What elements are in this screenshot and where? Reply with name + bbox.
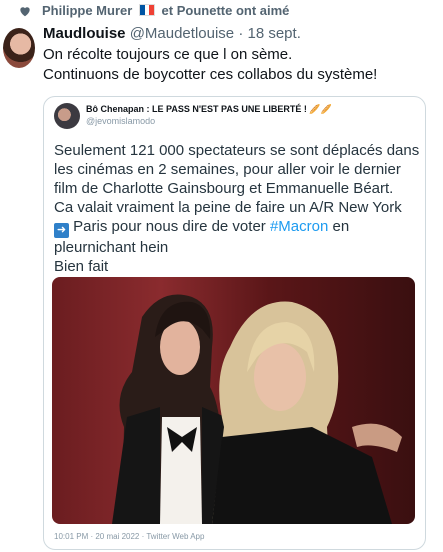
baguette-emoji-icon: 🥖🥖 (309, 104, 332, 114)
quoted-tweet-card[interactable]: Bô Chenapan : LE PASS N'EST PAS UNE LIBE… (43, 96, 426, 550)
quoted-text-line: Bien fait (54, 258, 109, 275)
tweet-date[interactable]: 18 sept. (247, 25, 300, 42)
social-context: Philippe Murer et Pounette ont aimé (18, 3, 289, 18)
quoted-avatar (54, 103, 80, 129)
tweet-header: Maudlouise @Maudetlouise · 18 sept. (43, 25, 301, 42)
quoted-header: Bô Chenapan : LE PASS N'EST PAS UNE LIBE… (54, 103, 332, 129)
french-flag-icon (138, 4, 155, 16)
quoted-text-line: ➜ Paris pour nous dire de voter #Macron … (54, 217, 419, 238)
hashtag-link[interactable]: #Macron (270, 218, 328, 235)
quoted-text-line: les cinémas en 2 semaines, pour aller vo… (54, 161, 401, 178)
author-handle[interactable]: @Maudetlouise (130, 25, 234, 42)
heart-icon (20, 6, 30, 16)
right-arrow-icon: ➜ (54, 223, 69, 238)
quoted-text-line: film de Charlotte Gainsbourg et Emmanuel… (54, 180, 394, 197)
author-name[interactable]: Maudlouise (43, 25, 126, 42)
quoted-text-line: Ca valait vraiment la peine de faire un … (54, 199, 402, 216)
quoted-text: Seulement 121 000 spectateurs se sont dé… (54, 141, 419, 276)
quoted-footer: 10:01 PM · 20 mai 2022 · Twitter Web App (54, 532, 205, 541)
quoted-text-line: pleurnichant hein (54, 239, 169, 256)
quoted-author-handle: @jevomislamodo (86, 116, 156, 126)
quoted-photo[interactable] (52, 277, 415, 524)
photo-illustration (112, 294, 402, 524)
tweet-text: On récolte toujours ce que l on sème. Co… (43, 45, 377, 85)
tweet-text-line: On récolte toujours ce que l on sème. (43, 46, 293, 63)
social-context-text[interactable]: Philippe Murer et Pounette ont aimé (42, 3, 289, 18)
quoted-author-name: Bô Chenapan : LE PASS N'EST PAS UNE LIBE… (86, 104, 332, 114)
avatar[interactable] (3, 28, 35, 68)
tweet-text-line: Continuons de boycotter ces collabos du … (43, 66, 378, 83)
separator: · (238, 25, 244, 42)
quoted-text-line: Seulement 121 000 spectateurs se sont dé… (54, 142, 420, 159)
